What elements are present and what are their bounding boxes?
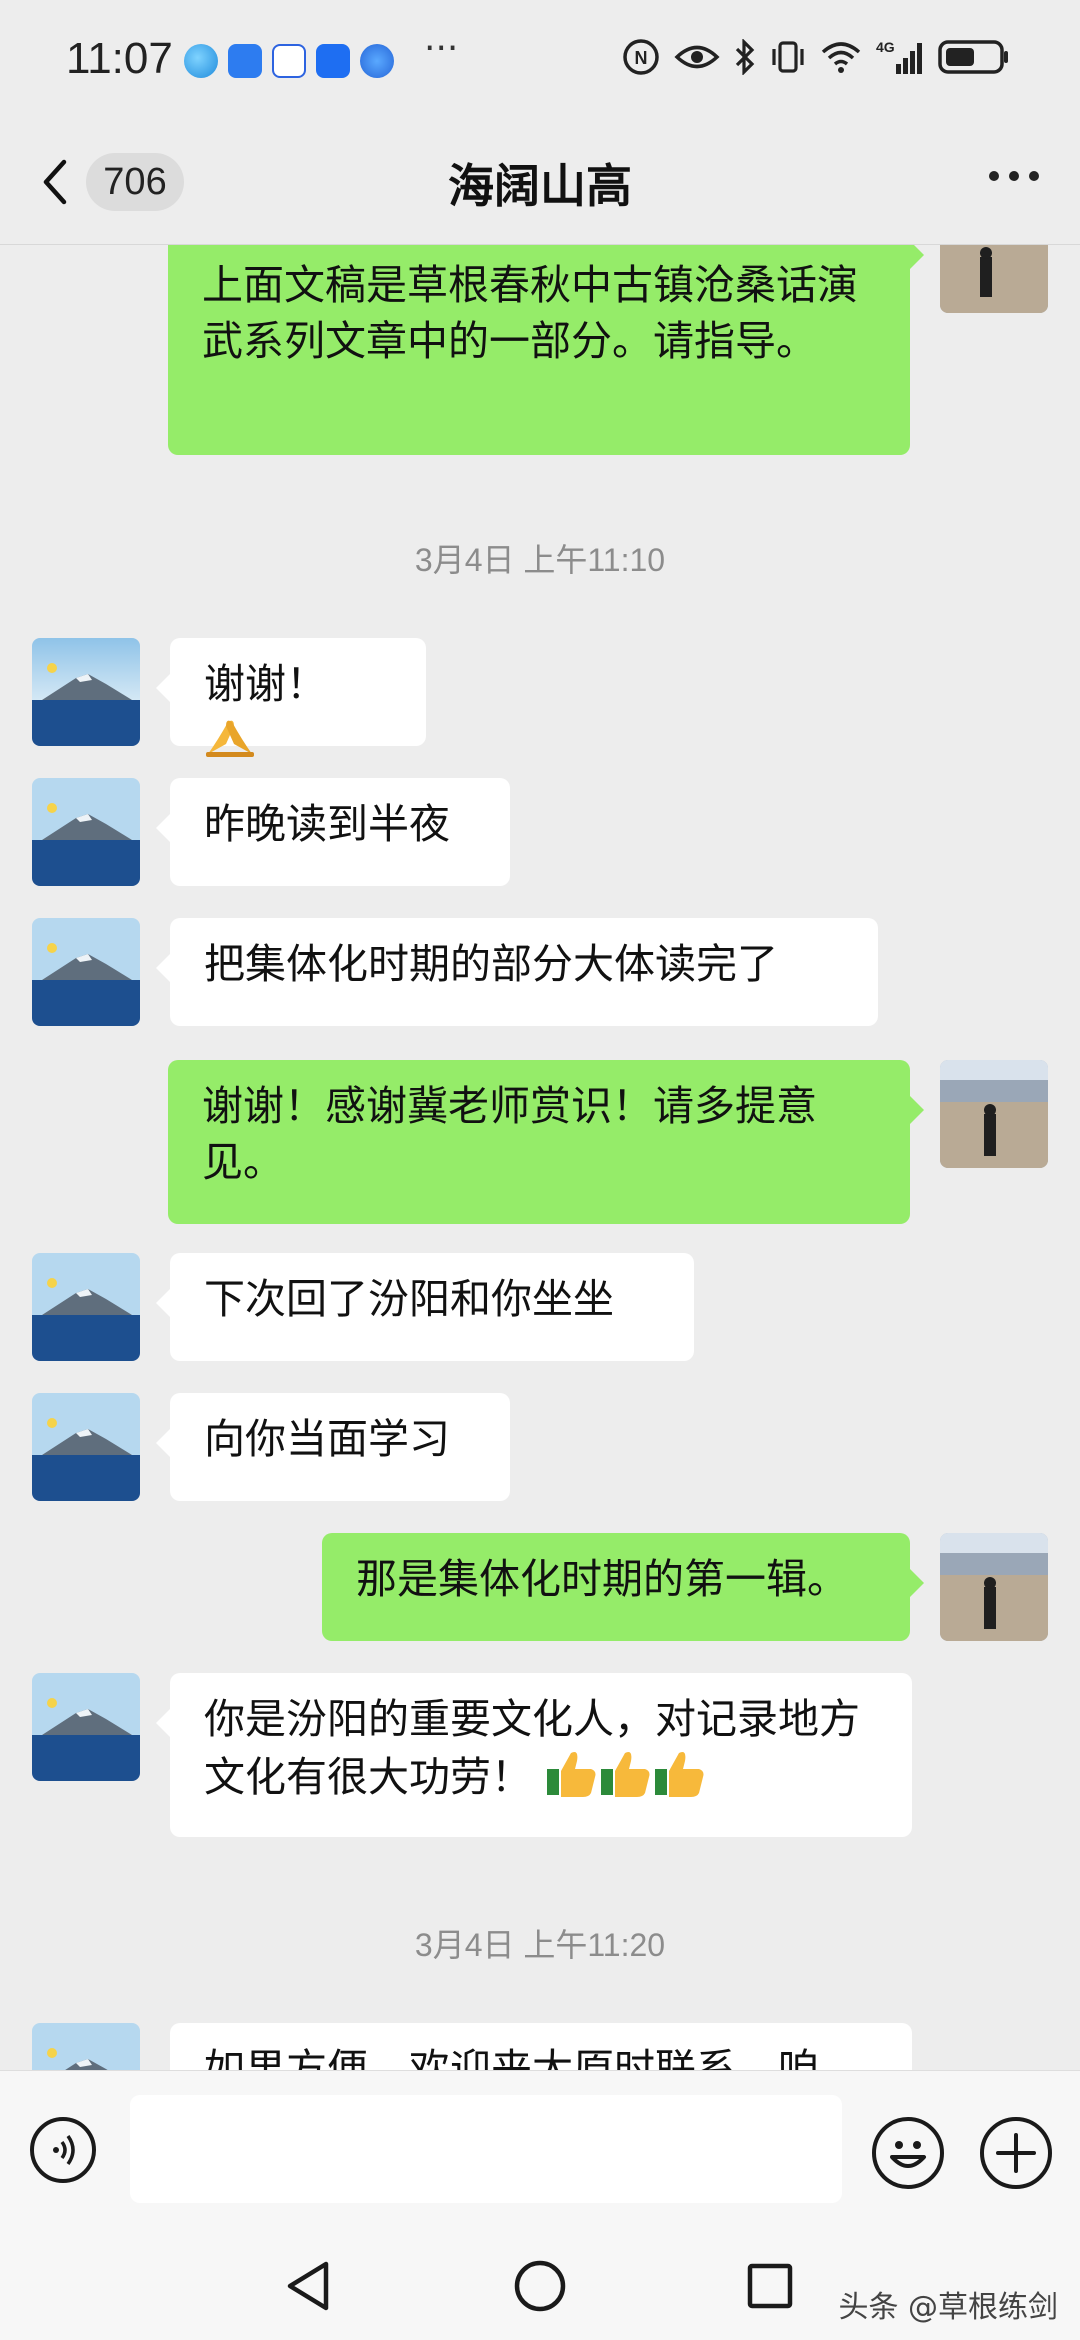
nav-home-icon[interactable] (512, 2258, 568, 2314)
status-system-icons: N 4G (622, 38, 1010, 76)
vibrate-icon (772, 41, 804, 73)
message-bubble-received[interactable]: 昨晚读到半夜 (156, 778, 510, 886)
status-app-icons (184, 44, 394, 78)
message-text: 把集体化时期的部分大体读完了 (204, 940, 778, 988)
input-bar (0, 2070, 1080, 2231)
message-text: 下次回了汾阳和你坐坐 (204, 1275, 614, 1323)
contact-avatar[interactable] (32, 1673, 140, 1781)
app-icon-2 (228, 44, 262, 78)
chevron-left-icon (43, 159, 67, 205)
contact-avatar[interactable] (32, 638, 140, 746)
wifi-icon (821, 42, 861, 73)
signal-4g-icon: 4G (876, 39, 922, 74)
message-bubble-received[interactable]: 下次回了汾阳和你坐坐 (156, 1253, 694, 1361)
message-bubble-received[interactable]: 你是汾阳的重要文化人，对记录地方文化有很大功劳！ (156, 1673, 912, 1837)
message-bubble-received[interactable]: 谢谢！ (156, 638, 426, 757)
bluetooth-icon (735, 39, 755, 75)
message-bubble-received[interactable]: 向你当面学习 (156, 1393, 510, 1501)
my-avatar[interactable] (940, 1533, 1048, 1641)
plus-icon[interactable] (980, 2117, 1052, 2189)
status-bar: 11:07 ··· N 4G (0, 0, 1080, 120)
message-text: 你是汾阳的重要文化人，对记录地方文化有很大功劳！ (204, 1695, 860, 1801)
app-icon-5 (360, 44, 394, 78)
watermark: 头条 @草根练剑 (838, 2290, 1058, 2325)
svg-text:N: N (635, 48, 648, 68)
my-avatar[interactable] (940, 1060, 1048, 1168)
message-bubble-sent[interactable]: 那是集体化时期的第一辑。 (322, 1533, 924, 1641)
app-icon-1 (184, 44, 218, 78)
thumbs-up-emoji (545, 1747, 705, 1813)
status-more-icon: ··· (424, 28, 459, 69)
more-dots-icon[interactable] (984, 160, 1044, 200)
contact-avatar[interactable] (32, 2023, 140, 2070)
pray-hands-emoji (204, 714, 256, 772)
timestamp-label: 3月4日 上午11:20 (414, 1927, 666, 1963)
status-time: 11:07 (66, 34, 173, 83)
baidu-icon (272, 44, 306, 78)
eye-icon (674, 45, 720, 69)
contact-avatar[interactable] (32, 918, 140, 1026)
my-avatar[interactable] (940, 245, 1048, 313)
system-navigation-bar: 头条 @草根练剑 (0, 2230, 1080, 2340)
message-text: 上面文稿是草根春秋中古镇沧桑话演武系列文章中的一部分。请指导。 (202, 261, 858, 365)
message-list[interactable]: 上面文稿是草根春秋中古镇沧桑话演武系列文章中的一部分。请指导。 3月4日 上午1… (0, 245, 1080, 2070)
message-bubble-sent[interactable]: 谢谢！感谢冀老师赏识！请多提意见。 (168, 1060, 924, 1224)
message-text: 那是集体化时期的第一辑。 (356, 1555, 848, 1603)
message-text: 谢谢！ (204, 660, 327, 708)
message-text: 如果方便，欢迎来太原时联系，咱 (204, 2045, 819, 2070)
voice-icon[interactable] (30, 2117, 96, 2183)
app-icon-4 (316, 44, 350, 78)
message-text: 昨晚读到半夜 (204, 800, 450, 848)
message-bubble-received[interactable]: 如果方便，欢迎来太原时联系，咱 (170, 2023, 912, 2070)
message-text: 谢谢！感谢冀老师赏识！请多提意见。 (202, 1082, 817, 1186)
message-bubble-received[interactable]: 把集体化时期的部分大体读完了 (156, 918, 878, 1026)
signal-4g-label: 4G (876, 39, 895, 55)
contact-avatar[interactable] (32, 1253, 140, 1361)
message-input[interactable] (130, 2095, 842, 2203)
chat-header: 706 海阔山高 (0, 120, 1080, 245)
message-text: 向你当面学习 (204, 1415, 450, 1463)
nfc-icon: N (623, 39, 659, 75)
timestamp-label: 3月4日 上午11:10 (414, 542, 666, 578)
contact-avatar[interactable] (32, 778, 140, 886)
message-bubble-sent[interactable]: 上面文稿是草根春秋中古镇沧桑话演武系列文章中的一部分。请指导。 (168, 245, 924, 455)
nav-recents-icon[interactable] (744, 2258, 796, 2314)
nav-back-icon[interactable] (282, 2258, 334, 2314)
battery-icon (938, 40, 1008, 74)
contact-avatar[interactable] (32, 1393, 140, 1501)
emoji-face-icon[interactable] (872, 2117, 944, 2189)
unread-count-badge[interactable]: 706 (86, 153, 184, 211)
